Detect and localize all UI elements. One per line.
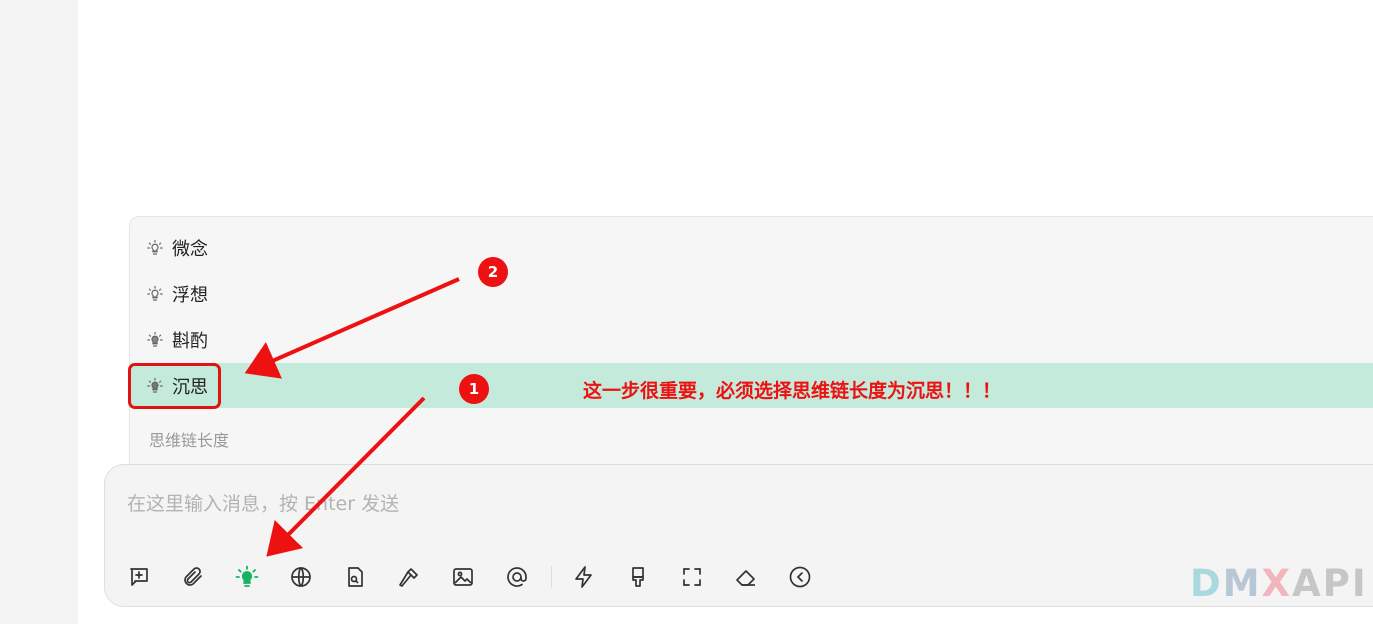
collapse-icon [789,566,811,588]
message-input[interactable]: 在这里输入消息，按 Enter 发送 [127,489,399,516]
thinking-button[interactable] [231,561,263,593]
knowledge-file-icon [348,567,363,587]
knowledge-base-button[interactable] [339,561,371,593]
menu-item-fuxiang[interactable]: 浮想 [130,271,1373,316]
expand-button[interactable] [676,561,708,593]
thinking-length-menu: 微念 浮想 斟酌 沉思 思维链长度 [129,216,1373,466]
watermark-letter: D [1190,562,1223,605]
tools-button[interactable] [393,561,425,593]
mention-button[interactable] [501,561,533,593]
step-badge-2: 2 [478,257,508,287]
menu-item-zhenzhuo[interactable]: 斟酌 [130,317,1373,362]
bulb-outline-icon [147,285,163,301]
left-sidebar-strip [0,0,78,624]
image-icon [453,568,473,586]
composer-toolbar [123,561,838,593]
new-topic-icon [130,568,148,586]
web-search-button[interactable] [285,561,317,593]
tools-hammer-icon [399,568,418,587]
menu-item-label: 浮想 [172,284,208,306]
bulb-outline-icon [147,239,163,255]
expand-icon [683,568,701,586]
watermark-letter: X [1261,562,1293,605]
toolbar-divider [551,566,552,588]
menu-item-label: 微念 [172,238,208,260]
mention-icon [507,567,527,587]
menu-item-label: 斟酌 [172,330,208,352]
quick-phrase-button[interactable] [568,561,600,593]
image-button[interactable] [447,561,479,593]
web-search-icon [291,567,311,587]
menu-footer-label: 思维链长度 [149,431,230,450]
clear-style-icon [632,567,644,587]
bulb-half-icon [147,331,163,347]
attachment-icon [184,567,202,586]
message-composer: 在这里输入消息，按 Enter 发送 [104,464,1373,607]
watermark-letter: M [1222,562,1262,605]
thinking-bulb-icon [235,565,259,587]
menu-item-weinian[interactable]: 微念 [130,225,1373,270]
eraser-icon [736,570,755,586]
annotation-note: 这一步很重要，必须选择思维链长度为沉思！！！ [583,380,1002,402]
highlight-box-chensi [128,363,221,409]
new-topic-button[interactable] [123,561,155,593]
collapse-button[interactable] [784,561,816,593]
clear-style-button[interactable] [622,561,654,593]
attachment-button[interactable] [177,561,209,593]
clear-context-button[interactable] [730,561,762,593]
quick-phrase-icon [575,566,592,588]
watermark-letter: API [1292,562,1368,605]
step-badge-1: 1 [459,374,489,404]
watermark-logo: DMXAPI [1190,562,1368,605]
